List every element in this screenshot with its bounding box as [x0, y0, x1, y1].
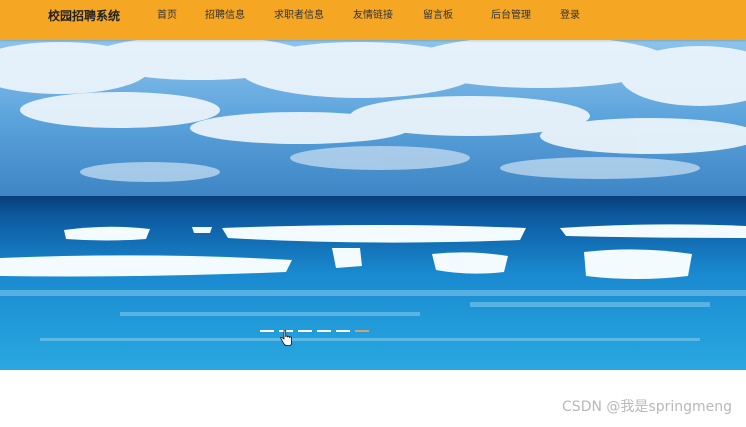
carousel-indicator-active[interactable]: [355, 330, 369, 332]
page: 校园招聘系统 首页 招聘信息 求职者信息 友情链接 留言板 后台管理 登录 CS…: [0, 0, 746, 427]
carousel-indicator[interactable]: [260, 330, 274, 332]
nav-item-message-board[interactable]: 留言板: [423, 9, 453, 23]
nav-item-friendly-links[interactable]: 友情链接: [353, 9, 393, 23]
top-navbar: 校园招聘系统 首页 招聘信息 求职者信息 友情链接 留言板 后台管理 登录: [0, 0, 746, 40]
watermark: CSDN @我是springmeng: [562, 399, 732, 415]
site-title: 校园招聘系统: [48, 9, 121, 23]
nav-item-login[interactable]: 登录: [560, 9, 580, 23]
nav-item-home[interactable]: 首页: [157, 9, 177, 23]
nav-item-admin[interactable]: 后台管理: [491, 9, 531, 23]
banner-carousel[interactable]: [0, 40, 746, 370]
carousel-indicator[interactable]: [317, 330, 331, 332]
banner-image: [0, 40, 746, 370]
hand-pointer-icon: [280, 330, 292, 346]
carousel-indicator[interactable]: [298, 330, 312, 332]
nav-item-job-seekers[interactable]: 求职者信息: [274, 9, 324, 23]
nav-item-job-postings[interactable]: 招聘信息: [205, 9, 245, 23]
carousel-indicator[interactable]: [336, 330, 350, 332]
